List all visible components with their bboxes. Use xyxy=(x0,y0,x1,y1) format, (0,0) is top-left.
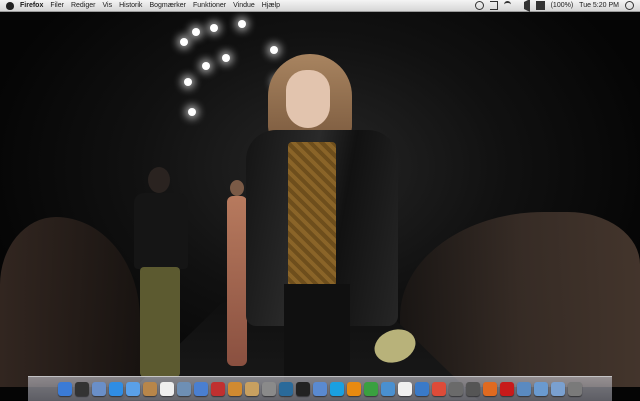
folder-icon[interactable] xyxy=(466,382,480,396)
menu-historik[interactable]: Historik xyxy=(119,2,142,9)
audience-left xyxy=(0,217,140,387)
menu-filer[interactable]: Filer xyxy=(50,2,64,9)
apple-icon[interactable] xyxy=(6,1,14,10)
address-book-icon[interactable] xyxy=(143,382,157,396)
firefox-icon[interactable] xyxy=(483,382,497,396)
itunes-icon[interactable] xyxy=(194,382,208,396)
app-store-icon[interactable] xyxy=(449,382,463,396)
video-frame[interactable] xyxy=(0,12,640,400)
clock[interactable]: Tue 5:20 PM xyxy=(579,2,619,9)
ichat-icon[interactable] xyxy=(126,382,140,396)
garageband-icon[interactable] xyxy=(245,382,259,396)
chrome-icon[interactable] xyxy=(432,382,446,396)
battery-percent[interactable]: (100%) xyxy=(551,2,574,9)
utility-icon[interactable] xyxy=(381,382,395,396)
documents-folder-icon[interactable] xyxy=(534,382,548,396)
runway-model xyxy=(244,52,421,400)
bluetooth-icon[interactable] xyxy=(489,1,498,10)
downloads-folder-icon[interactable] xyxy=(551,382,565,396)
ical-icon[interactable] xyxy=(160,382,174,396)
iphoto-icon[interactable] xyxy=(228,382,242,396)
menu-hjaelp[interactable]: Hjælp xyxy=(262,2,280,9)
menu-items: Firefox Filer Rediger Vis Historik Bogmæ… xyxy=(20,2,280,9)
automator-icon[interactable] xyxy=(313,382,327,396)
dashboard-icon[interactable] xyxy=(75,382,89,396)
battery-icon[interactable] xyxy=(535,1,545,10)
preview-icon[interactable] xyxy=(177,382,191,396)
photo-booth-icon[interactable] xyxy=(211,382,225,396)
status-area: (100%) Tue 5:20 PM xyxy=(474,0,640,12)
search-icon[interactable] xyxy=(625,1,634,10)
safari-icon[interactable] xyxy=(109,382,123,396)
background-model xyxy=(130,167,192,382)
menu-rediger[interactable]: Rediger xyxy=(71,2,96,9)
sync-icon[interactable] xyxy=(474,1,484,10)
time-machine-icon[interactable] xyxy=(279,382,293,396)
world-icon[interactable] xyxy=(415,382,429,396)
vlc-icon[interactable] xyxy=(347,382,361,396)
menu-app-firefox[interactable]: Firefox xyxy=(20,2,43,9)
menu-bar: Firefox Filer Rediger Vis Historik Bogmæ… xyxy=(0,0,640,12)
acrobat-icon[interactable] xyxy=(500,382,514,396)
terminal-icon[interactable] xyxy=(296,382,310,396)
trash-icon[interactable] xyxy=(568,382,582,396)
menu-bogmaerker[interactable]: Bogmærker xyxy=(149,2,186,9)
mail-icon[interactable] xyxy=(92,382,106,396)
menu-vindue[interactable]: Vindue xyxy=(233,2,255,9)
wifi-icon[interactable] xyxy=(503,1,511,10)
system-preferences-icon[interactable] xyxy=(262,382,276,396)
volume-icon[interactable] xyxy=(517,0,530,12)
applications-folder-icon[interactable] xyxy=(517,382,531,396)
menu-funktioner[interactable]: Funktioner xyxy=(193,2,226,9)
adium-icon[interactable] xyxy=(364,382,378,396)
finder-icon[interactable] xyxy=(58,382,72,396)
textedit-icon[interactable] xyxy=(398,382,412,396)
skype-icon[interactable] xyxy=(330,382,344,396)
dock xyxy=(28,376,612,401)
menu-vis[interactable]: Vis xyxy=(102,2,112,9)
